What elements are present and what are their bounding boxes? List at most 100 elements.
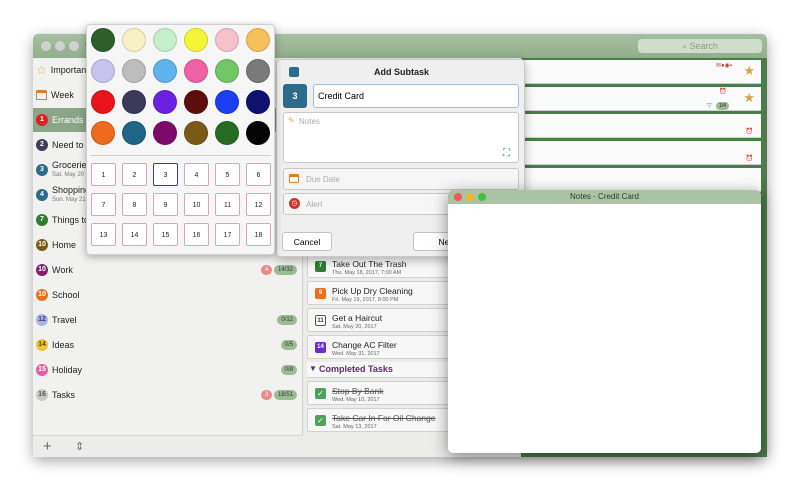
color-number-popover: 1 2 3 4 5 6 7 8 9 10 11 12 13 14 15 16 17 18 [86, 24, 275, 255]
task-row[interactable]: 9 Pick Up Dry Cleaning Fri. May 19, 2017… [307, 281, 457, 305]
number-option[interactable]: 12 [246, 193, 271, 216]
task-row[interactable]: ✉●◉▪ ★ [521, 60, 761, 84]
color-swatch[interactable] [184, 59, 208, 83]
color-swatch[interactable] [122, 28, 146, 52]
subtask-count: 1/4 [716, 102, 729, 110]
number-option[interactable]: 15 [153, 223, 178, 246]
notes-field[interactable]: ✎ Notes ⛶ [283, 112, 519, 163]
task-row[interactable]: ⏰ [521, 141, 761, 165]
color-swatch[interactable] [246, 59, 270, 83]
panel-title: Add Subtask [373, 67, 429, 77]
close-button[interactable] [41, 41, 51, 51]
number-option[interactable]: 6 [246, 163, 271, 186]
completed-section-header[interactable]: ▼ Completed Tasks [307, 362, 457, 378]
color-swatch[interactable] [153, 59, 177, 83]
number-option[interactable]: 8 [122, 193, 147, 216]
color-swatch[interactable] [91, 121, 115, 145]
number-option[interactable]: 4 [184, 163, 209, 186]
color-swatch[interactable] [91, 28, 115, 52]
due-date-field[interactable]: Due Date [283, 168, 519, 190]
count-badge: 14/32 [273, 265, 297, 275]
disclosure-triangle-icon: ▼ [309, 364, 317, 373]
alarm-icon: ⏰ [719, 89, 727, 95]
add-list-button[interactable]: + [43, 438, 52, 455]
sidebar-item-holiday[interactable]: 15 Holiday 0/8 [33, 358, 303, 382]
color-swatch[interactable] [215, 28, 239, 52]
color-swatch[interactable] [153, 28, 177, 52]
zoom-button[interactable] [69, 41, 79, 51]
color-swatch[interactable] [184, 90, 208, 114]
task-row[interactable]: ⏰ ▽ 1/4 ★ [521, 87, 761, 111]
number-option[interactable]: 13 [91, 223, 116, 246]
number-option[interactable]: 3 [153, 163, 178, 186]
star-icon: ☆ [36, 63, 47, 77]
count-badge: 0/12 [277, 315, 297, 325]
color-swatch[interactable] [153, 90, 177, 114]
task-row[interactable]: 7 Take Out The Trash Thu. May 18, 2017, … [307, 254, 457, 278]
filter-icon: ▽ [707, 103, 712, 109]
task-row[interactable] [521, 168, 761, 192]
number-option[interactable]: 17 [215, 223, 240, 246]
number-option[interactable]: 11 [215, 193, 240, 216]
alarm-icon: ⏰ [745, 156, 753, 162]
color-swatch[interactable] [215, 90, 239, 114]
color-swatch[interactable] [122, 121, 146, 145]
search-icon: ⌕ [681, 41, 690, 51]
number-option[interactable]: 10 [184, 193, 209, 216]
number-option[interactable]: 2 [122, 163, 147, 186]
calendar-icon [289, 174, 299, 183]
overdue-badge: 3 [261, 390, 272, 400]
color-swatch[interactable] [91, 59, 115, 83]
color-swatch[interactable] [184, 28, 208, 52]
sidebar-toolbar: + ⇕ [33, 435, 303, 457]
notes-text-area[interactable] [448, 204, 761, 453]
alarm-icon: ⏰ [745, 129, 753, 135]
star-icon[interactable]: ★ [743, 90, 755, 106]
notes-window-title: Notes - Credit Card [570, 192, 639, 201]
sidebar-item-ideas[interactable]: 14 Ideas 0/5 [33, 333, 303, 357]
count-badge: 0/8 [280, 365, 297, 375]
checkbox-checked-icon[interactable]: ✓ [315, 388, 326, 399]
task-row[interactable]: ⏰ [521, 114, 761, 138]
color-swatch[interactable] [246, 90, 270, 114]
overdue-badge: 4 [261, 265, 272, 275]
notes-icon: ✎ [288, 116, 295, 125]
star-icon[interactable]: ★ [743, 63, 755, 79]
notes-title-bar: Notes - Credit Card [448, 190, 761, 204]
number-option[interactable]: 18 [246, 223, 271, 246]
color-swatch[interactable] [122, 90, 146, 114]
number-option[interactable]: 14 [122, 223, 147, 246]
color-swatch[interactable] [215, 59, 239, 83]
color-swatch[interactable] [91, 90, 115, 114]
color-swatch[interactable] [246, 121, 270, 145]
number-option[interactable]: 7 [91, 193, 116, 216]
number-option[interactable]: 5 [215, 163, 240, 186]
task-row[interactable]: 14 Change AC Filter Wed. May 31, 2017 [307, 335, 457, 359]
number-option[interactable]: 9 [153, 193, 178, 216]
flag-icon: ✉●◉▪ [716, 63, 733, 69]
sidebar-item-school[interactable]: 10 School [33, 283, 303, 307]
cancel-button[interactable]: Cancel [282, 232, 332, 251]
number-option[interactable]: 1 [91, 163, 116, 186]
number-option[interactable]: 16 [184, 223, 209, 246]
sidebar-item-travel[interactable]: 12 Travel 0/12 [33, 308, 303, 332]
color-swatch[interactable] [122, 59, 146, 83]
sidebar-item-tasks[interactable]: 16 Tasks 3 18/51 [33, 383, 303, 407]
task-row[interactable]: 11 Get a Haircut Sat. May 20, 2017 [307, 308, 457, 332]
search-input[interactable]: ⌕ Search [638, 39, 762, 53]
minimize-button[interactable] [55, 41, 65, 51]
completed-task-row[interactable]: ✓ Take Car In For Oil Change Sat. May 13… [307, 408, 457, 432]
color-swatch[interactable] [215, 121, 239, 145]
expand-icon[interactable]: ⛶ [503, 148, 510, 159]
alarm-clock-icon: ◷ [289, 198, 300, 209]
checkbox-checked-icon[interactable]: ✓ [315, 415, 326, 426]
sidebar-item-work[interactable]: 10 Work 4 14/32 [33, 258, 303, 282]
color-swatch[interactable] [153, 121, 177, 145]
sort-button[interactable]: ⇕ [75, 440, 84, 453]
completed-task-row[interactable]: ✓ Stop By Bank Wed. May 10, 2017 [307, 381, 457, 405]
color-swatch[interactable] [246, 28, 270, 52]
color-swatch[interactable] [184, 121, 208, 145]
notes-window: Notes - Credit Card [448, 190, 761, 453]
subtask-name-field[interactable] [313, 84, 519, 108]
subtask-number-badge[interactable]: 3 [283, 84, 307, 108]
